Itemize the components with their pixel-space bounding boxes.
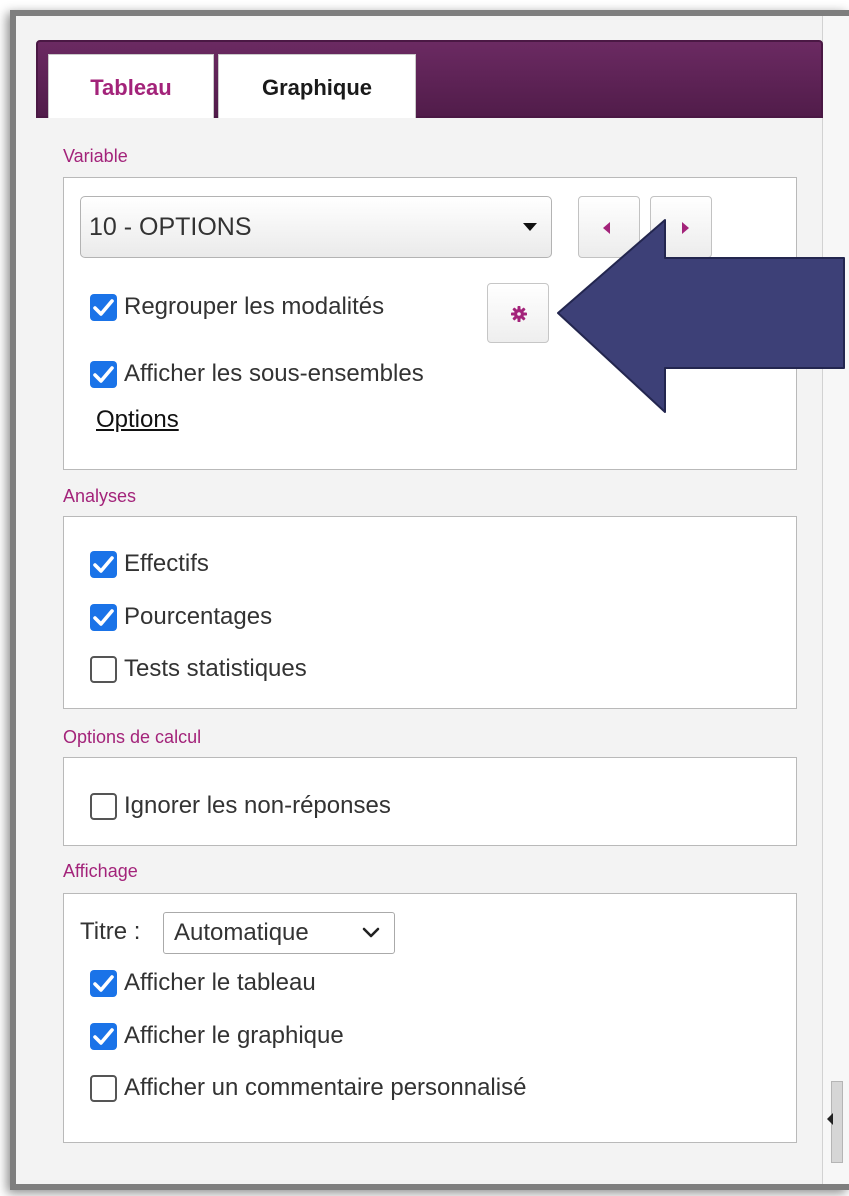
checkbox-unchecked-icon[interactable] (90, 1074, 117, 1102)
titre-select[interactable]: Automatique (163, 912, 395, 954)
show-subsets-checkbox[interactable]: Afficher les sous-ensembles (90, 357, 424, 391)
checkbox-label: Afficher le tableau (124, 969, 316, 996)
gear-icon (511, 306, 527, 322)
checkbox-checked-icon[interactable] (90, 969, 117, 997)
checkbox-label: Afficher un commentaire personnalisé (124, 1074, 527, 1101)
checkbox-label: Afficher le graphique (124, 1022, 344, 1049)
chevron-down-icon (362, 927, 380, 938)
custom-comment-checkbox[interactable]: Afficher un commentaire personnalisé (90, 1071, 526, 1105)
pourcentages-checkbox[interactable]: Pourcentages (90, 600, 272, 634)
section-label-analyses: Analyses (63, 486, 137, 506)
checkbox-label: Pourcentages (124, 603, 273, 630)
variable-select-value: 10 - OPTIONS (89, 213, 252, 241)
collapse-arrow-icon[interactable] (827, 1113, 833, 1125)
section-label-affichage: Affichage (63, 861, 138, 881)
tab-bar: Tableau Graphique (36, 40, 823, 118)
section-label-calcul: Options de calcul (63, 727, 202, 747)
checkbox-label: Ignorer les non-réponses (124, 792, 391, 819)
checkbox-label: Regrouper les modalités (124, 293, 385, 320)
group-modalities-checkbox[interactable]: Regrouper les modalités (90, 290, 384, 324)
ignore-non-responses-checkbox[interactable]: Ignorer les non-réponses (90, 789, 391, 823)
checkbox-unchecked-icon[interactable] (90, 655, 117, 683)
options-link[interactable]: Options (96, 406, 179, 434)
show-table-checkbox[interactable]: Afficher le tableau (90, 966, 316, 1000)
checkbox-label: Tests statistiques (124, 655, 307, 682)
page: Tableau Graphique Variable 10 - OPTIONS … (0, 0, 849, 1196)
show-chart-checkbox[interactable]: Afficher le graphique (90, 1019, 344, 1053)
checkbox-checked-icon[interactable] (90, 603, 117, 631)
checkbox-label: Afficher les sous-ensembles (124, 360, 424, 387)
checkbox-checked-icon[interactable] (90, 293, 117, 321)
effectifs-checkbox[interactable]: Effectifs (90, 547, 209, 581)
checkbox-unchecked-icon[interactable] (90, 792, 117, 820)
checkbox-checked-icon[interactable] (90, 550, 117, 578)
titre-select-value: Automatique (174, 919, 309, 946)
titre-label: Titre : (80, 918, 141, 945)
right-splitter[interactable] (822, 16, 849, 1184)
tests-statistiques-checkbox[interactable]: Tests statistiques (90, 652, 307, 686)
arrow-left-annotation (557, 219, 845, 413)
checkbox-label: Effectifs (124, 550, 209, 577)
variable-select[interactable]: 10 - OPTIONS (80, 196, 552, 258)
tab-graphique[interactable]: Graphique (218, 54, 416, 118)
group-settings-button[interactable] (487, 283, 549, 343)
tab-tableau[interactable]: Tableau (48, 54, 214, 118)
caret-down-icon (523, 223, 537, 231)
checkbox-checked-icon[interactable] (90, 1022, 117, 1050)
checkbox-checked-icon[interactable] (90, 360, 117, 388)
section-label-variable: Variable (63, 146, 128, 166)
